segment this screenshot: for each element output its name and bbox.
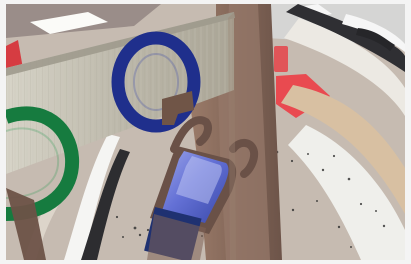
red-cup — [274, 46, 288, 72]
scene-illustration — [6, 4, 405, 260]
scene-photo — [0, 0, 411, 264]
